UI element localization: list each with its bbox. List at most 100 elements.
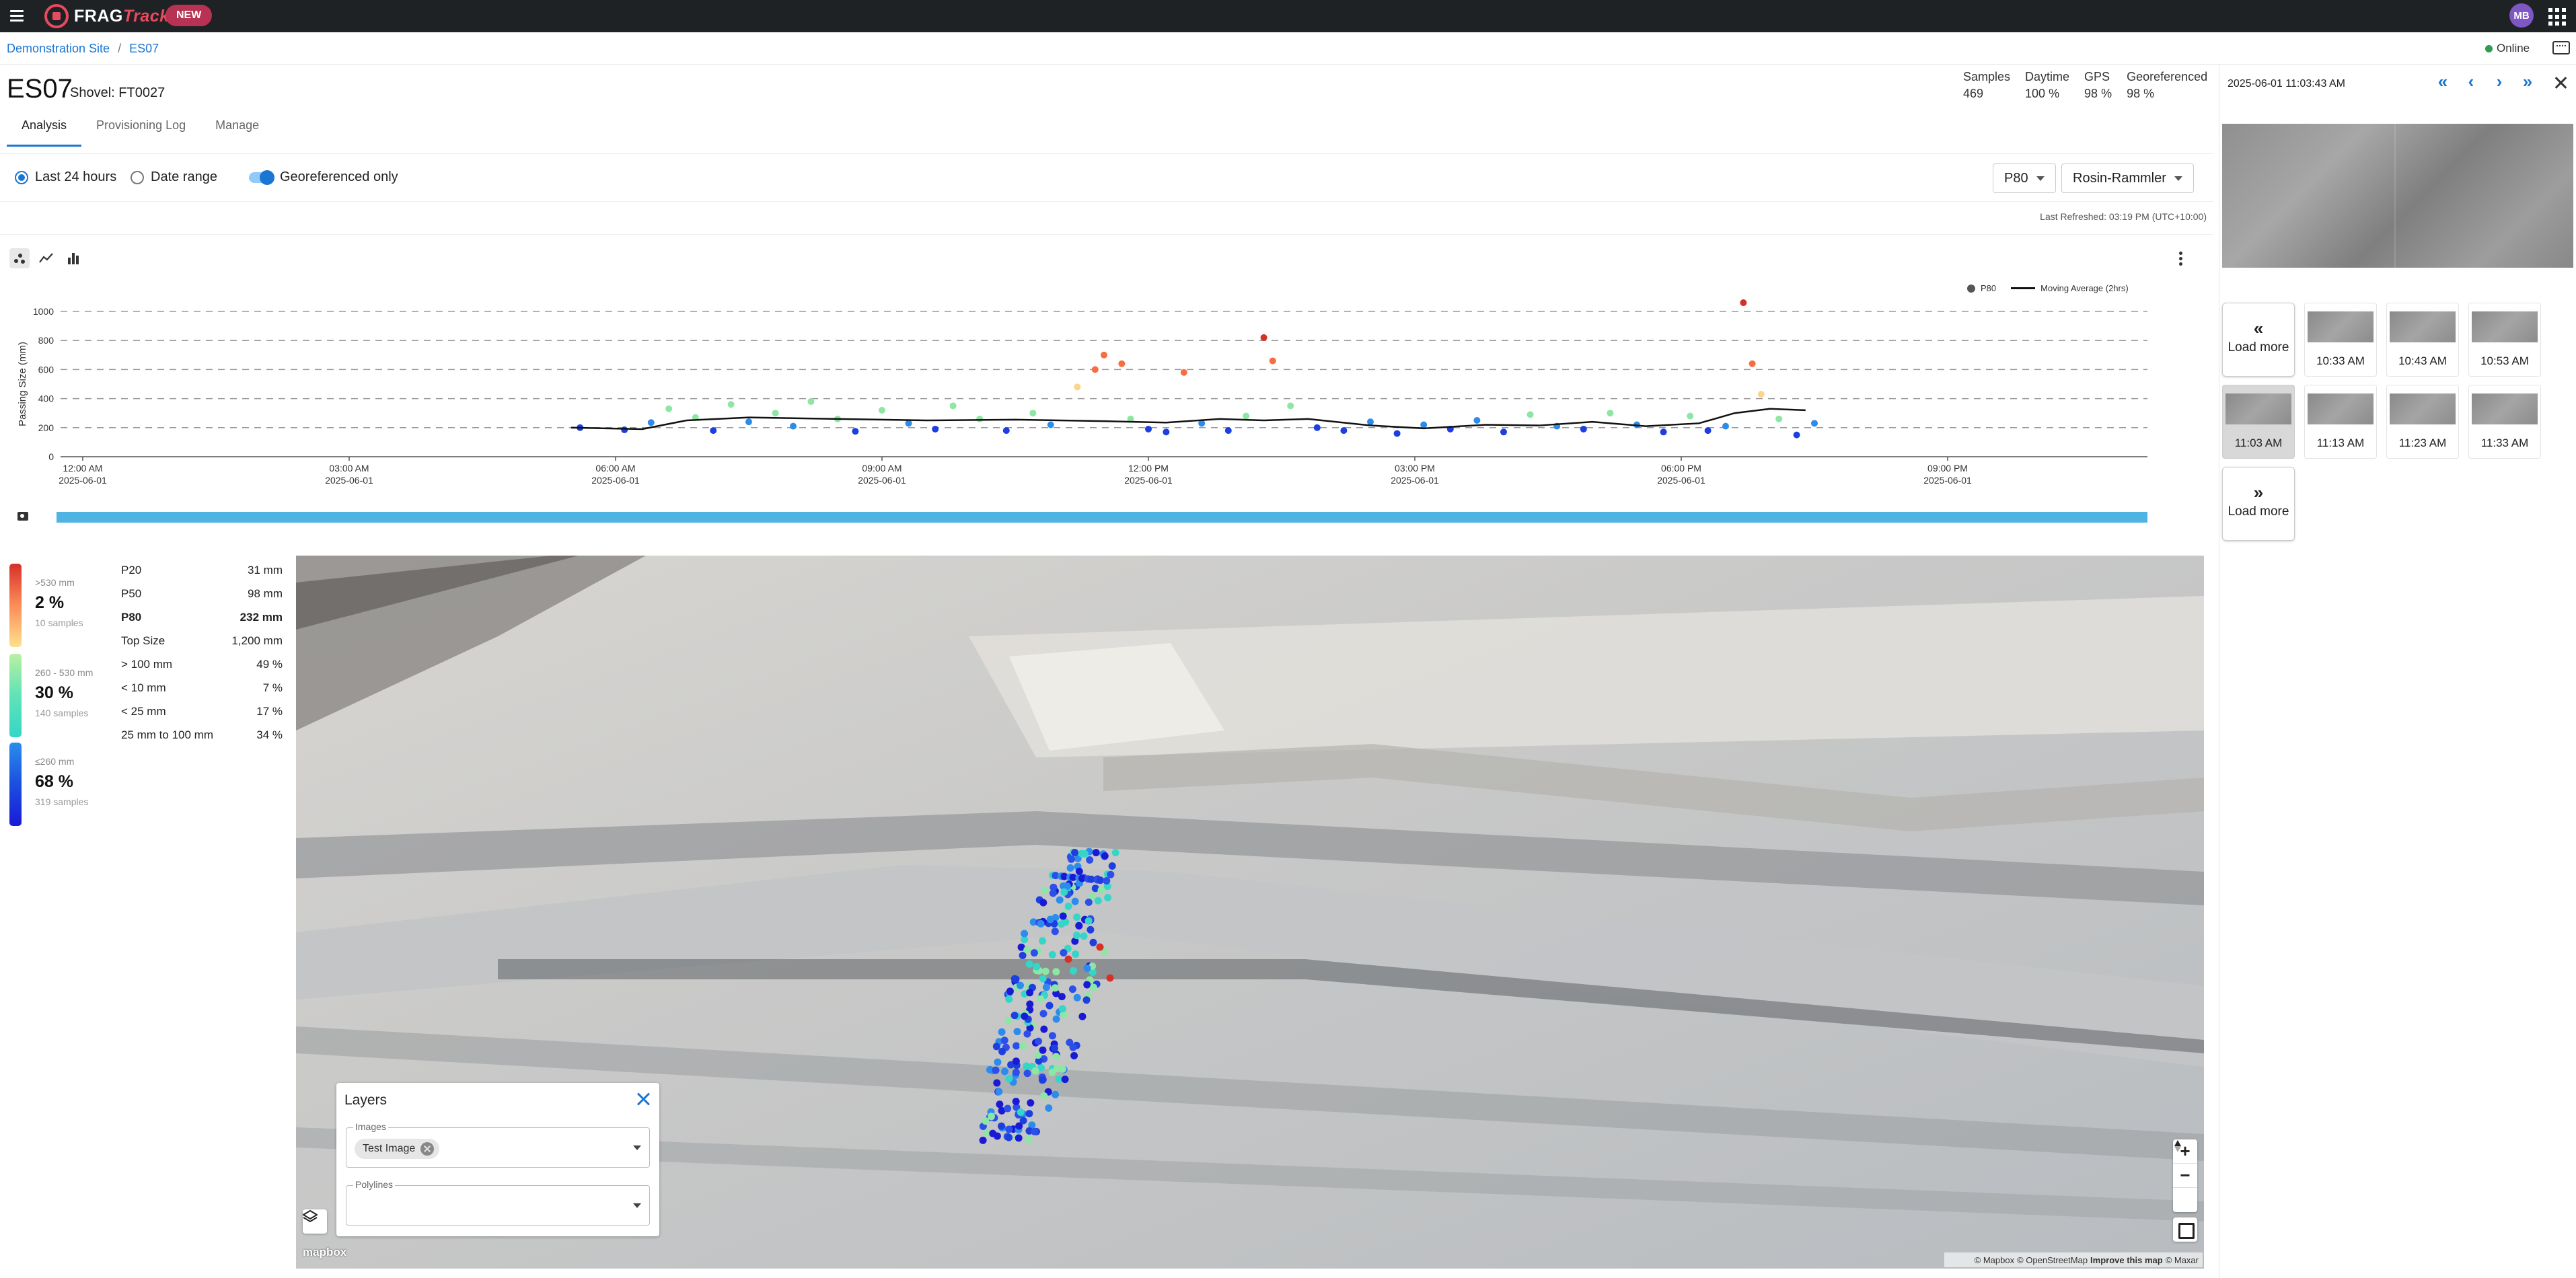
map-sample-point[interactable]	[1052, 1090, 1060, 1098]
map-sample-point[interactable]	[1051, 1044, 1058, 1052]
map-sample-point[interactable]	[1039, 899, 1047, 907]
map-sample-point[interactable]	[1004, 1017, 1013, 1025]
map-sample-point[interactable]	[1080, 850, 1089, 858]
map-sample-point[interactable]	[1027, 1099, 1035, 1107]
map-sample-point[interactable]	[1060, 949, 1068, 956]
map-sample-point[interactable]	[1039, 1046, 1047, 1054]
map-sample-point[interactable]	[998, 1047, 1006, 1055]
tab-manage[interactable]: Manage	[200, 113, 274, 147]
previous-image-button[interactable]: ‹	[2463, 73, 2479, 90]
passing-size-chart[interactable]: 0 200 400 600 800 1000 Passing Size (mm) 12:00 …	[0, 295, 2213, 497]
map-sample-point[interactable]	[1025, 1135, 1033, 1143]
map-sample-point[interactable]	[994, 1058, 1002, 1066]
more-vert-icon[interactable]	[2177, 250, 2184, 268]
map-sample-point[interactable]	[1058, 920, 1066, 928]
map-sample-point[interactable]	[1023, 1030, 1031, 1038]
camera-icon[interactable]	[17, 512, 28, 521]
map-sample-point[interactable]	[1040, 1025, 1048, 1033]
map-sample-point[interactable]	[1051, 928, 1059, 936]
map-sample-point[interactable]	[982, 1117, 990, 1125]
map-sample-point[interactable]	[1064, 902, 1072, 910]
map-sample-point[interactable]	[1021, 1012, 1029, 1020]
map-sample-point[interactable]	[1052, 1053, 1060, 1061]
map-sample-point[interactable]	[1061, 1076, 1069, 1084]
model-select[interactable]: Rosin-Rammler	[2061, 163, 2194, 193]
map-sample-point[interactable]	[1031, 1127, 1039, 1135]
map-sample-point[interactable]	[995, 1088, 1003, 1096]
map-sample-point[interactable]	[1006, 987, 1014, 995]
polylines-select[interactable]: Polylines	[346, 1179, 650, 1226]
satellite-map[interactable]: Layers Images Test Image Polylines mapbo…	[296, 556, 2204, 1269]
user-avatar[interactable]: MB	[2509, 3, 2534, 28]
thumbnail-1043[interactable]: 10:43 AM	[2386, 303, 2459, 377]
map-sample-point[interactable]	[1025, 1110, 1033, 1118]
map-sample-point[interactable]	[1012, 1098, 1020, 1105]
map-sample-point[interactable]	[1071, 849, 1079, 856]
map-sample-point[interactable]	[1073, 913, 1081, 921]
apps-grid-icon[interactable]	[2547, 7, 2566, 26]
map-sample-point[interactable]	[992, 1043, 1000, 1051]
map-sample-point[interactable]	[1005, 995, 1013, 1003]
load-more-earlier-button[interactable]: « Load more	[2222, 303, 2295, 377]
map-sample-point[interactable]	[1025, 960, 1033, 968]
menu-icon[interactable]	[8, 7, 26, 24]
map-sample-point[interactable]	[1086, 856, 1094, 864]
metric-select[interactable]: P80	[1993, 163, 2056, 193]
map-sample-point[interactable]	[1048, 1032, 1056, 1040]
map-sample-point[interactable]	[1039, 1010, 1047, 1018]
time-range-slider[interactable]	[57, 512, 2147, 523]
map-sample-point[interactable]	[1051, 984, 1059, 992]
map-sample-point[interactable]	[1071, 897, 1079, 905]
map-sample-point[interactable]	[1040, 1092, 1048, 1100]
map-sample-point[interactable]	[1050, 883, 1058, 891]
map-sample-point[interactable]	[1048, 950, 1056, 959]
map-sample-point[interactable]	[1017, 1108, 1025, 1116]
map-sample-point[interactable]	[1089, 938, 1097, 946]
map-sample-point[interactable]	[1045, 1002, 1054, 1010]
thumbnail-1133[interactable]: 11:33 AM	[2468, 385, 2541, 459]
map-sample-point[interactable]	[1037, 995, 1045, 1003]
map-sample-point[interactable]	[1033, 963, 1041, 971]
map-sample-point[interactable]	[998, 1028, 1006, 1036]
map-sample-point[interactable]	[1066, 864, 1074, 872]
map-sample-point[interactable]	[1094, 897, 1102, 905]
map-sample-point[interactable]	[1103, 877, 1111, 885]
map-sample-point[interactable]	[1010, 975, 1019, 983]
next-image-button[interactable]: ›	[2491, 73, 2507, 90]
fullscreen-button[interactable]	[2173, 1217, 2197, 1242]
map-sample-point[interactable]	[1048, 1068, 1056, 1076]
map-sample-point[interactable]	[1023, 1069, 1031, 1078]
close-panel-icon[interactable]	[2553, 75, 2568, 90]
thumbnail-1053[interactable]: 10:53 AM	[2468, 303, 2541, 377]
brand-logo[interactable]: FRAGTrack	[44, 3, 170, 30]
last-image-button[interactable]: »	[2519, 73, 2536, 90]
map-sample-point[interactable]	[1104, 894, 1112, 901]
map-sample-point[interactable]	[1087, 926, 1095, 934]
close-icon[interactable]	[635, 1091, 651, 1107]
map-sample-point[interactable]	[1075, 922, 1083, 930]
map-sample-point[interactable]	[1058, 1065, 1066, 1073]
map-sample-point[interactable]	[1005, 1133, 1013, 1141]
first-image-button[interactable]: «	[2435, 73, 2451, 90]
map-sample-point[interactable]	[1075, 868, 1083, 875]
map-sample-point[interactable]	[1000, 1037, 1008, 1045]
radio-last-24-hours[interactable]: Last 24 hours	[15, 170, 116, 185]
map-sample-point[interactable]	[1068, 985, 1076, 993]
map-sample-point-large[interactable]	[1064, 955, 1072, 963]
map-sample-point[interactable]	[1090, 983, 1097, 991]
map-sample-point[interactable]	[1046, 915, 1054, 924]
radio-date-range[interactable]: Date range	[131, 170, 217, 185]
map-sample-point[interactable]	[1067, 855, 1075, 863]
map-sample-point[interactable]	[1082, 996, 1091, 1004]
map-sample-point[interactable]	[1078, 1012, 1087, 1020]
map-sample-point[interactable]	[1012, 1057, 1020, 1065]
map-sample-point[interactable]	[1083, 981, 1091, 989]
map-sample-point[interactable]	[1015, 1134, 1023, 1142]
thumbnail-1033[interactable]: 10:33 AM	[2304, 303, 2377, 377]
thumbnail-1123[interactable]: 11:23 AM	[2386, 385, 2459, 459]
images-select[interactable]: Images Test Image	[346, 1121, 650, 1168]
map-sample-point[interactable]	[979, 1136, 987, 1144]
map-sample-point[interactable]	[992, 1066, 1000, 1074]
map-sample-point[interactable]	[1083, 965, 1091, 972]
map-sample-point[interactable]	[1069, 1043, 1077, 1051]
